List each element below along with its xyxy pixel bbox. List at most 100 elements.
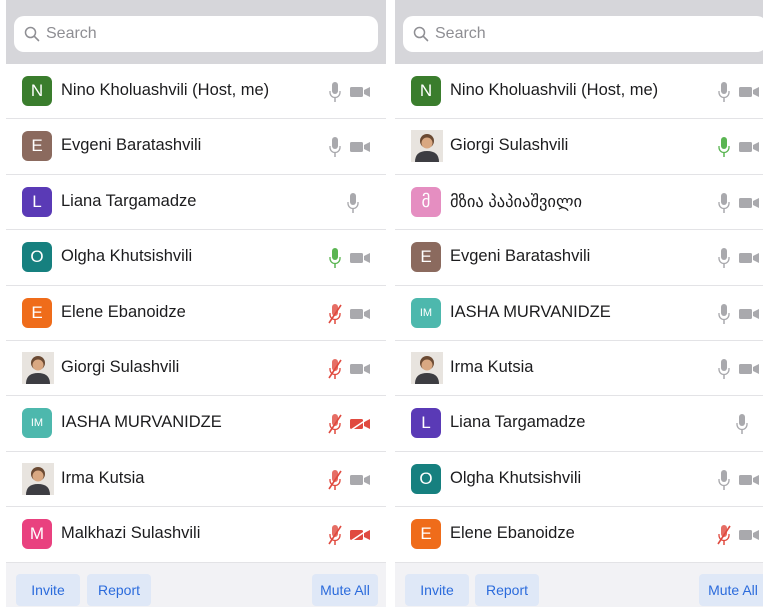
avatar-photo — [22, 351, 54, 384]
video-off-icon[interactable] — [349, 528, 371, 542]
participant-row[interactable]: E Evgeni Baratashvili — [395, 230, 763, 286]
participant-name: IASHA MURVANIDZE — [450, 302, 611, 321]
microphone-icon[interactable] — [328, 136, 342, 158]
microphone-icon[interactable] — [717, 469, 731, 491]
participant-row[interactable]: E Evgeni Baratashvili — [6, 119, 386, 175]
participant-row[interactable]: L Liana Targamadze — [6, 174, 386, 231]
mute-all-button[interactable]: Mute All — [312, 574, 378, 606]
mute-all-button[interactable]: Mute All — [699, 574, 763, 606]
participant-row[interactable]: IM IASHA MURVANIDZE — [395, 285, 763, 341]
participant-row[interactable]: N Nino Kholuashvili (Host, me) — [395, 64, 763, 120]
video-camera-icon[interactable] — [738, 85, 760, 99]
report-button[interactable]: Report — [475, 574, 539, 606]
participant-name: Giorgi Sulashvili — [450, 136, 569, 155]
search-bar-container: Search — [395, 0, 763, 64]
participant-row[interactable]: Giorgi Sulashvili — [395, 119, 763, 175]
mic-muted-icon[interactable] — [717, 524, 731, 546]
participant-name: Irma Kutsia — [61, 468, 145, 487]
participant-row[interactable]: O Olgha Khutsishvili — [6, 230, 386, 286]
participant-name: Nino Kholuashvili (Host, me) — [450, 81, 659, 99]
mic-muted-icon[interactable] — [328, 413, 342, 435]
participant-name: Liana Targamadze — [450, 413, 586, 432]
video-camera-icon[interactable] — [738, 307, 760, 321]
footer-bar: Invite Report Mute All — [6, 565, 386, 607]
search-input[interactable]: Search — [403, 16, 763, 52]
search-placeholder: Search — [435, 25, 486, 42]
video-camera-icon[interactable] — [738, 140, 760, 154]
participants-panel-right: Search N Nino Kholuashvili (Host, me) Gior… — [395, 0, 763, 607]
participant-row[interactable]: Irma Kutsia — [6, 451, 386, 508]
participant-name: Evgeni Baratashvili — [61, 136, 202, 155]
search-icon — [413, 26, 429, 42]
mic-muted-icon[interactable] — [328, 524, 342, 546]
participant-name: IASHA MURVANIDZE — [61, 413, 222, 432]
search-bar-container: Search — [6, 0, 386, 64]
participant-row[interactable]: მ მზია პაპიაშვილი — [395, 174, 763, 231]
participant-row[interactable]: IM IASHA MURVANIDZE — [6, 396, 386, 452]
video-camera-icon[interactable] — [349, 307, 371, 321]
participant-row[interactable]: L Liana Targamadze — [395, 396, 763, 452]
search-input[interactable]: Search — [14, 16, 378, 52]
participant-row[interactable]: E Elene Ebanoidze — [395, 507, 763, 563]
avatar: E — [22, 131, 52, 162]
microphone-icon[interactable] — [717, 303, 731, 325]
avatar-photo — [411, 351, 443, 384]
avatar: L — [411, 408, 441, 439]
avatar-photo — [411, 130, 443, 163]
participant-name: Elene Ebanoidze — [61, 302, 186, 321]
microphone-icon[interactable] — [717, 136, 731, 158]
avatar: IM — [22, 408, 52, 439]
video-camera-icon[interactable] — [738, 473, 760, 487]
mic-muted-icon[interactable] — [328, 303, 342, 325]
participant-row[interactable]: N Nino Kholuashvili (Host, me) — [6, 64, 386, 120]
video-camera-icon[interactable] — [738, 251, 760, 265]
avatar: E — [411, 242, 441, 273]
participant-name: Olgha Khutsishvili — [450, 468, 582, 487]
microphone-icon[interactable] — [717, 81, 731, 103]
participant-name: Giorgi Sulashvili — [61, 357, 180, 376]
microphone-icon[interactable] — [717, 247, 731, 269]
report-button[interactable]: Report — [87, 574, 151, 606]
microphone-icon[interactable] — [717, 192, 731, 214]
microphone-icon[interactable] — [735, 413, 749, 435]
participant-row[interactable]: M Malkhazi Sulashvili — [6, 507, 386, 563]
avatar: N — [22, 76, 52, 106]
video-camera-icon[interactable] — [738, 362, 760, 376]
participant-row[interactable]: E Elene Ebanoidze — [6, 285, 386, 341]
participant-name: Elene Ebanoidze — [450, 524, 575, 543]
microphone-icon[interactable] — [328, 81, 342, 103]
avatar: E — [22, 297, 52, 328]
mic-muted-icon[interactable] — [328, 358, 342, 380]
avatar: E — [411, 519, 441, 550]
video-camera-icon[interactable] — [738, 528, 760, 542]
avatar: L — [22, 186, 52, 217]
microphone-icon[interactable] — [346, 192, 360, 214]
participants-panel-left: Search N Nino Kholuashvili (Host, me) E Evg… — [6, 0, 386, 607]
video-camera-icon[interactable] — [349, 140, 371, 154]
video-camera-icon[interactable] — [349, 251, 371, 265]
mic-muted-icon[interactable] — [328, 469, 342, 491]
participant-row[interactable]: Irma Kutsia — [395, 340, 763, 397]
avatar-photo — [22, 462, 54, 495]
microphone-icon[interactable] — [328, 247, 342, 269]
avatar: M — [22, 519, 52, 550]
footer-bar: Invite Report Mute All — [395, 565, 763, 607]
invite-button[interactable]: Invite — [405, 574, 469, 606]
participant-row[interactable]: Giorgi Sulashvili — [6, 340, 386, 397]
video-camera-icon[interactable] — [738, 196, 760, 210]
avatar: O — [22, 242, 52, 273]
invite-button[interactable]: Invite — [16, 574, 80, 606]
participant-list: N Nino Kholuashvili (Host, me) Giorgi Sula… — [395, 64, 763, 563]
microphone-icon[interactable] — [717, 358, 731, 380]
participant-list: N Nino Kholuashvili (Host, me) E Evgeni Bar… — [6, 64, 386, 563]
participant-name: Olgha Khutsishvili — [61, 247, 193, 266]
avatar: N — [411, 76, 441, 106]
participant-name: Irma Kutsia — [450, 357, 534, 376]
avatar: მ — [411, 186, 441, 217]
participant-row[interactable]: O Olgha Khutsishvili — [395, 451, 763, 508]
participant-name: Evgeni Baratashvili — [450, 247, 591, 266]
video-camera-icon[interactable] — [349, 362, 371, 376]
video-camera-icon[interactable] — [349, 473, 371, 487]
video-camera-icon[interactable] — [349, 85, 371, 99]
video-off-icon[interactable] — [349, 417, 371, 432]
